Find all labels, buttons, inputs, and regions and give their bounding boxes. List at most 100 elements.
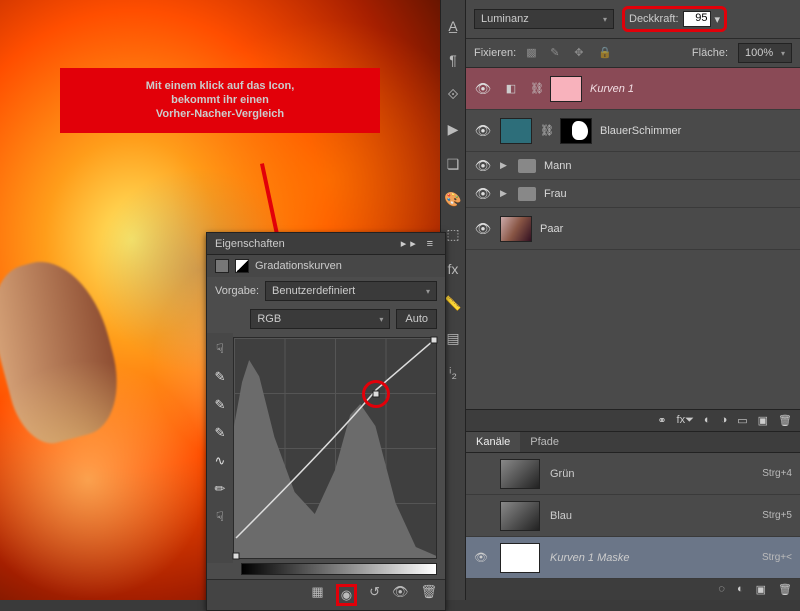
new-layer-icon[interactable]: ▣ — [758, 414, 768, 427]
panel-menu-icon[interactable]: ≡ — [427, 238, 437, 250]
trash-icon[interactable]: 🗑 — [420, 584, 437, 606]
collapse-icon[interactable]: ▸▸ — [401, 238, 420, 250]
white-point-icon[interactable]: ✎ — [215, 369, 226, 385]
channel-row[interactable]: Grün Strg+4 — [466, 453, 800, 495]
group-icon[interactable]: ▭ — [737, 414, 747, 427]
smooth-icon[interactable]: ☟ — [216, 509, 224, 525]
auto-button[interactable]: Auto — [396, 309, 437, 329]
link-icon[interactable]: ⚭ — [657, 414, 666, 427]
preset-dropdown[interactable]: Benutzerdefiniert ▾ — [265, 281, 437, 301]
curve-line — [234, 338, 436, 540]
reset-icon[interactable]: ↺ — [369, 584, 380, 606]
layer-name[interactable]: Paar — [540, 223, 792, 235]
fx-icon[interactable]: fx⏷ — [677, 414, 694, 427]
lock-paint-icon[interactable]: ✎ — [550, 46, 564, 60]
adjustments-icon[interactable]: ⬚ — [446, 226, 459, 243]
layer-mask-thumb[interactable] — [560, 118, 592, 144]
blend-mode-dropdown[interactable]: Luminanz ▾ — [474, 9, 614, 29]
chevron-down-icon[interactable]: ▾ — [715, 13, 721, 26]
layer-row[interactable]: 👁 ⛓ BlauerSchimmer — [466, 110, 800, 152]
channel-row[interactable]: Blau Strg+5 — [466, 495, 800, 537]
chevron-down-icon: ▾ — [379, 315, 383, 324]
adjustment-icon[interactable]: ◑ — [721, 414, 728, 427]
lock-position-icon[interactable]: ✥ — [574, 46, 588, 60]
link-icon[interactable]: ⛓ — [540, 124, 552, 137]
blend-mode-value: Luminanz — [481, 13, 529, 25]
new-channel-icon[interactable]: ▣ — [756, 583, 766, 596]
transform-icon[interactable]: ⟐ — [447, 86, 458, 103]
layer-row[interactable]: 👁 ▶ Frau — [466, 180, 800, 208]
visibility-icon[interactable]: 👁 — [474, 221, 492, 237]
visibility-icon[interactable]: 👁 — [474, 158, 492, 174]
curve-point[interactable] — [430, 337, 437, 344]
black-point-icon[interactable]: ✎ — [215, 425, 226, 441]
panel-subtitle: Gradationskurven — [255, 260, 342, 272]
swatches-icon[interactable]: 🎨 — [444, 191, 461, 208]
ruler-icon[interactable]: 📏 — [444, 295, 461, 312]
folder-icon — [518, 187, 536, 201]
channel-row[interactable]: 👁 Kurven 1 Maske Strg+< — [466, 537, 800, 579]
layers-panel[interactable]: 👁 ◧ ⛓ Kurven 1 👁 ⛓ BlauerSchimmer 👁 ▶ Ma… — [466, 68, 800, 250]
pencil-mode-icon[interactable]: ✏ — [215, 481, 226, 497]
clip-icon[interactable]: ▦ — [311, 584, 323, 606]
load-selection-icon[interactable]: ◌ — [718, 583, 725, 596]
tab-paths[interactable]: Pfade — [520, 432, 569, 452]
visibility-icon[interactable]: 👁 — [392, 584, 409, 606]
layer-thumb[interactable] — [500, 118, 532, 144]
toggle-preview-icon[interactable]: ◉ — [336, 584, 357, 606]
layer-row[interactable]: 👁 Paar — [466, 208, 800, 250]
channel-dropdown[interactable]: RGB ▾ — [250, 309, 390, 329]
visibility-icon[interactable]: 👁 — [474, 123, 492, 139]
play-icon[interactable]: ▶ — [448, 121, 459, 138]
mask-mode-icon[interactable] — [235, 259, 249, 273]
lock-transparency-icon[interactable]: ▩ — [526, 46, 540, 60]
chevron-down-icon: ▾ — [603, 15, 607, 24]
layer-name[interactable]: Frau — [544, 188, 792, 200]
channels-tabs: Kanäle Pfade — [466, 432, 800, 453]
layer-name[interactable]: Kurven 1 — [590, 83, 792, 95]
layer-name[interactable]: Mann — [544, 160, 792, 172]
fill-dropdown[interactable]: 100% ▾ — [738, 43, 792, 63]
type-icon[interactable]: A̲ — [448, 18, 457, 34]
styles-icon[interactable]: fx — [448, 261, 459, 277]
channels-panel[interactable]: Kanäle Pfade Grün Strg+4 Blau Strg+5 👁 K… — [466, 431, 800, 600]
channel-thumb — [500, 459, 540, 489]
opacity-group-highlight: Deckkraft: 95 ▾ — [622, 6, 727, 32]
notes-icon[interactable]: ▤ — [446, 330, 459, 347]
save-selection-icon[interactable]: ◐ — [737, 583, 744, 596]
disclosure-icon[interactable]: ▶ — [500, 188, 510, 199]
channel-thumb — [500, 543, 540, 573]
visibility-icon[interactable]: 👁 — [474, 186, 492, 202]
link-icon[interactable]: ⛓ — [530, 82, 542, 95]
adjustment-icon: ◧ — [500, 82, 522, 95]
count-icon[interactable]: ⁱ₂ — [449, 365, 457, 382]
targeted-adjust-icon[interactable]: ☟ — [216, 341, 224, 357]
disclosure-icon[interactable]: ▶ — [500, 160, 510, 171]
visibility-icon[interactable]: 👁 — [474, 551, 490, 564]
channel-thumb — [500, 501, 540, 531]
curves-graph[interactable] — [233, 337, 437, 559]
properties-panel[interactable]: Eigenschaften ▸▸ ≡ Gradationskurven Vorg… — [206, 232, 446, 611]
lock-all-icon[interactable]: 🔒 — [598, 46, 612, 60]
channel-name: Grün — [550, 468, 574, 480]
curve-mode-icon[interactable]: ∿ — [215, 453, 226, 469]
opacity-label: Deckkraft: — [629, 13, 679, 25]
trash-icon[interactable]: 🗑 — [778, 583, 792, 596]
layer-row[interactable]: 👁 ◧ ⛓ Kurven 1 — [466, 68, 800, 110]
layer-thumb[interactable] — [500, 216, 532, 242]
layer-name[interactable]: BlauerSchimmer — [600, 125, 792, 137]
mask-icon[interactable]: ◐ — [704, 414, 711, 427]
layer-mask-thumb[interactable] — [550, 76, 582, 102]
layer-row[interactable]: 👁 ▶ Mann — [466, 152, 800, 180]
opacity-input[interactable]: 95 — [683, 11, 711, 27]
paragraph-icon[interactable]: ¶ — [449, 52, 457, 68]
visibility-icon[interactable]: 👁 — [474, 81, 492, 97]
tab-channels[interactable]: Kanäle — [466, 432, 520, 452]
curves-tools-rail: ☟ ✎ ✎ ✎ ∿ ✏ ☟ — [207, 333, 233, 563]
input-gradient-strip[interactable] — [241, 563, 437, 575]
callout-line: Mit einem klick auf das Icon, — [74, 80, 366, 94]
gray-point-icon[interactable]: ✎ — [215, 397, 226, 413]
curve-point[interactable] — [233, 552, 240, 559]
layers-icon[interactable]: ❏ — [447, 156, 460, 173]
trash-icon[interactable]: 🗑 — [778, 414, 792, 427]
